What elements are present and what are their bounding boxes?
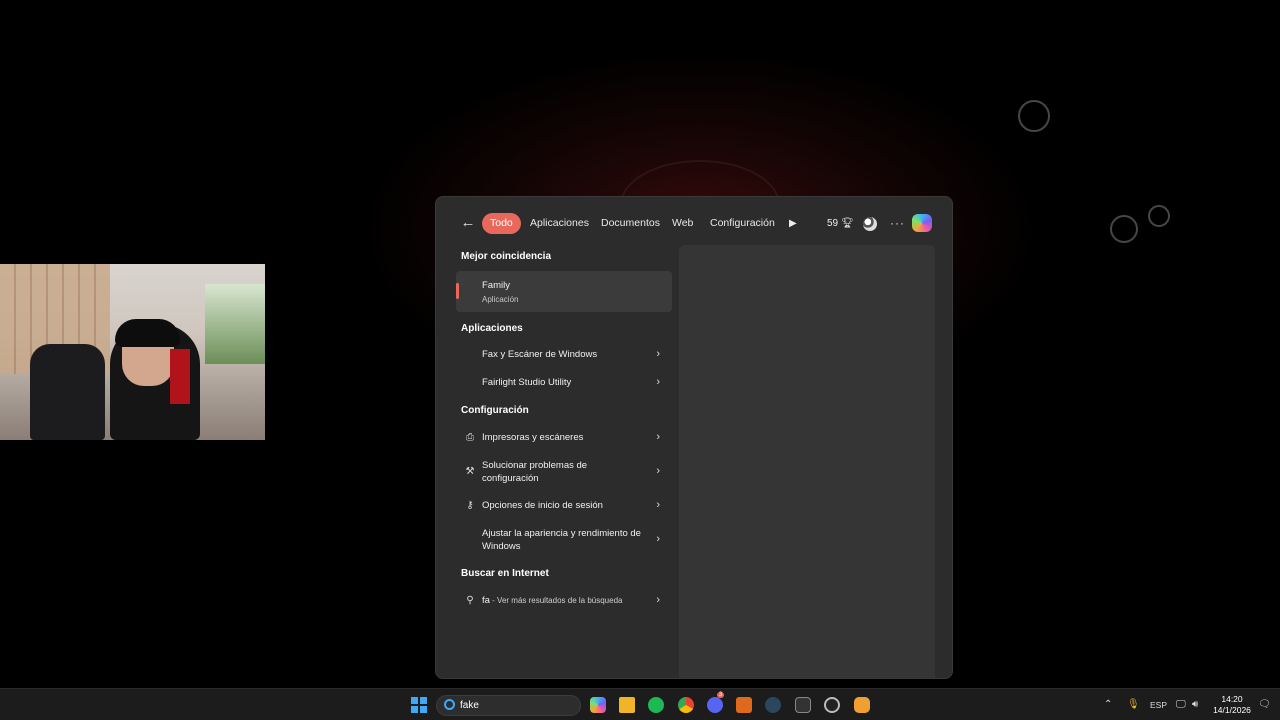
spotify-icon[interactable] bbox=[648, 697, 664, 713]
setting-label: Ajustar la apariencia y rendimiento de W… bbox=[482, 528, 641, 552]
chevron-right-icon: › bbox=[656, 348, 660, 360]
preview-pane bbox=[679, 245, 935, 678]
copilot-icon[interactable] bbox=[912, 214, 932, 232]
list-item-setting[interactable]: ⚷ Opciones de inicio de sesión › bbox=[456, 496, 672, 516]
tab-documents[interactable]: Documentos bbox=[593, 213, 668, 234]
volume-icon[interactable]: 🔊︎ bbox=[1192, 689, 1198, 720]
clock[interactable]: 14:20 14/1/2026 bbox=[1206, 694, 1258, 716]
list-item-app[interactable]: Fax y Escáner de Windows › bbox=[456, 345, 672, 365]
chevron-right-icon: › bbox=[656, 465, 660, 477]
taskbar-search-input[interactable]: fake bbox=[460, 700, 479, 711]
network-icon[interactable]: 🖵︎ bbox=[1176, 689, 1186, 720]
selection-indicator bbox=[456, 283, 459, 299]
microphone-icon[interactable]: 🎙︎ bbox=[1127, 689, 1140, 720]
app-label: Fax y Escáner de Windows bbox=[482, 349, 598, 360]
webcam-overlay bbox=[0, 264, 265, 440]
web-search-query: fa bbox=[482, 595, 490, 606]
obs-icon[interactable] bbox=[824, 697, 840, 713]
printer-icon: ⎙ bbox=[466, 432, 474, 443]
taskbar: fake 3 ⌃ 🎙︎ ESP 🖵︎ 🔊︎ 14:20 14/1/2026 🗨︎ bbox=[0, 688, 1280, 720]
discord-badge: 3 bbox=[717, 692, 725, 698]
chevron-right-icon: › bbox=[656, 376, 660, 388]
search-filter-bar: ← Todo Aplicaciones Documentos Web Confi… bbox=[436, 211, 952, 237]
tab-web[interactable]: Web bbox=[664, 213, 701, 234]
web-search-item[interactable]: ⚲ fa - Ver más resultados de la búsqueda… bbox=[456, 591, 672, 611]
web-search-suffix: - Ver más resultados de la búsqueda bbox=[489, 596, 623, 605]
trophy-icon[interactable]: 🏆︎ bbox=[841, 213, 854, 234]
chevron-up-icon[interactable]: ⌃ bbox=[1104, 689, 1112, 720]
best-match-title: Family bbox=[482, 280, 510, 291]
clock-date: 14/1/2026 bbox=[1213, 705, 1251, 715]
section-best-match: Mejor coincidencia bbox=[461, 251, 552, 262]
notification-icon[interactable]: 🗨︎ bbox=[1258, 689, 1271, 720]
steam-icon[interactable] bbox=[765, 697, 781, 713]
chevron-right-icon: › bbox=[656, 594, 660, 606]
list-item-setting[interactable]: ⚒︎ Solucionar problemas de configuración… bbox=[456, 456, 672, 488]
list-item-setting[interactable]: ⎙ Impresoras y escáneres › bbox=[456, 428, 672, 448]
chevron-right-icon: › bbox=[656, 499, 660, 511]
chevron-right-icon: › bbox=[656, 533, 660, 545]
section-settings: Configuración bbox=[461, 405, 529, 416]
more-options-icon[interactable]: ··· bbox=[890, 213, 905, 234]
windows-start-icon[interactable] bbox=[411, 697, 427, 713]
discord-icon[interactable] bbox=[707, 697, 723, 713]
wallpaper-doodle bbox=[1018, 100, 1050, 132]
app-label: Fairlight Studio Utility bbox=[482, 377, 572, 388]
brave-icon[interactable] bbox=[736, 697, 752, 713]
profile-avatar-icon[interactable] bbox=[863, 217, 877, 231]
chevron-right-icon: › bbox=[656, 431, 660, 443]
burger-app-icon[interactable] bbox=[854, 697, 870, 713]
best-match-item[interactable]: Family Aplicación bbox=[456, 271, 672, 312]
language-indicator[interactable]: ESP bbox=[1150, 689, 1167, 720]
rewards-points[interactable]: 59 bbox=[827, 213, 838, 234]
tab-settings[interactable]: Configuración bbox=[702, 213, 783, 234]
chrome-icon[interactable] bbox=[678, 697, 694, 713]
setting-label: Solucionar problemas de configuración bbox=[482, 460, 588, 484]
clock-time: 14:20 bbox=[1221, 694, 1243, 704]
start-search-panel: ← Todo Aplicaciones Documentos Web Confi… bbox=[435, 196, 953, 679]
copilot-taskbar-icon[interactable] bbox=[590, 697, 606, 713]
search-icon: ⚲ bbox=[466, 595, 474, 606]
list-item-setting[interactable]: Ajustar la apariencia y rendimiento de W… bbox=[456, 524, 672, 556]
section-web-search: Buscar en Internet bbox=[461, 568, 549, 579]
taskbar-search-box[interactable]: fake bbox=[436, 695, 581, 716]
best-match-subtitle: Aplicación bbox=[482, 295, 519, 304]
setting-label: Opciones de inicio de sesión bbox=[482, 500, 603, 511]
web-search-label: fa - Ver más resultados de la búsqueda bbox=[482, 594, 622, 607]
wrench-icon: ⚒︎ bbox=[465, 466, 475, 477]
wallpaper-doodle bbox=[1110, 215, 1138, 243]
wallpaper-doodle bbox=[1148, 205, 1170, 227]
play-icon[interactable]: ▶ bbox=[789, 213, 797, 234]
tab-apps[interactable]: Aplicaciones bbox=[522, 213, 597, 234]
tab-all[interactable]: Todo bbox=[482, 213, 521, 234]
search-icon bbox=[444, 699, 455, 710]
app-icon[interactable] bbox=[795, 697, 811, 713]
section-apps: Aplicaciones bbox=[461, 323, 523, 334]
setting-label: Impresoras y escáneres bbox=[482, 432, 584, 443]
list-item-app[interactable]: Fairlight Studio Utility › bbox=[456, 373, 672, 393]
back-arrow-icon[interactable]: ← bbox=[458, 213, 478, 233]
file-explorer-icon[interactable] bbox=[619, 697, 635, 713]
key-icon: ⚷ bbox=[466, 500, 474, 511]
